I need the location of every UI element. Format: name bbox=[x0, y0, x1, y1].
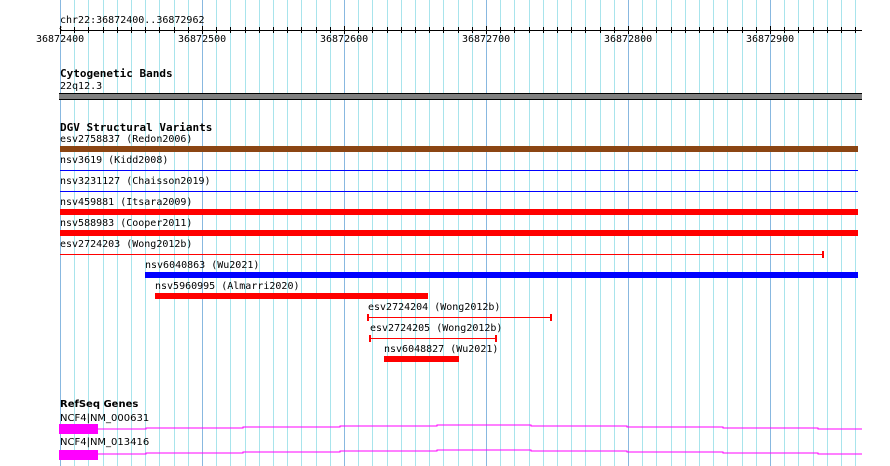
genome-browser: chr22:36872400..36872962 ‹ 3687240036872… bbox=[0, 0, 890, 466]
gene-models bbox=[59, 424, 862, 460]
gene-intron bbox=[98, 449, 862, 455]
gene-exon bbox=[59, 450, 98, 460]
gene-model-NM_000631[interactable] bbox=[59, 424, 862, 434]
gene-intron bbox=[98, 424, 862, 430]
gene-exon bbox=[59, 424, 98, 434]
gene-model-NM_013416[interactable] bbox=[59, 449, 862, 460]
